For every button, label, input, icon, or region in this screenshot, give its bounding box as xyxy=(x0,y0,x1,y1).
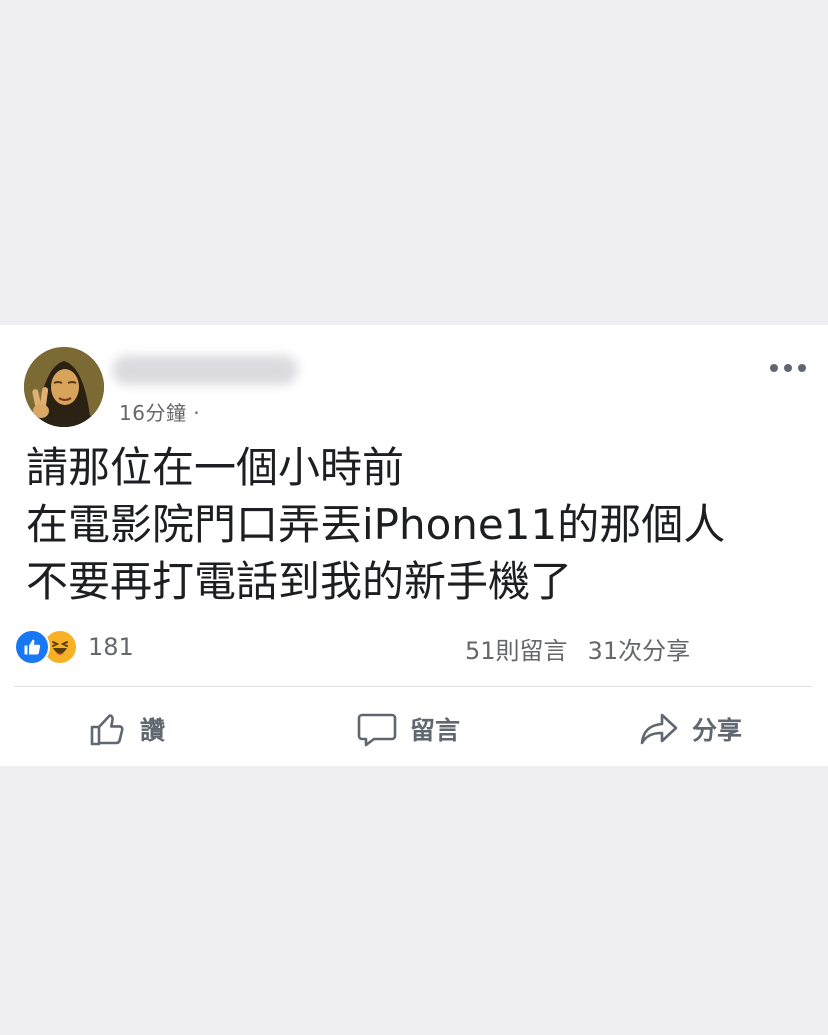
mona-lisa-avatar-image xyxy=(24,347,104,427)
author-name-blurred[interactable] xyxy=(112,355,298,385)
post-text-line: 在電影院門口弄丟iPhone11的那個人 xyxy=(26,500,726,549)
engagement-stats: 51則留言 31次分享 xyxy=(465,631,690,666)
comments-count[interactable]: 51則留言 xyxy=(465,637,568,665)
like-button[interactable]: 讚 xyxy=(88,709,165,749)
post-timestamp[interactable]: 16分鐘 · xyxy=(119,397,200,426)
like-button-label: 讚 xyxy=(140,716,166,745)
divider xyxy=(14,686,812,687)
post-text-line: 不要再打電話到我的新手機了 xyxy=(26,557,573,606)
like-reaction-icon xyxy=(14,629,50,665)
dot xyxy=(784,364,792,372)
reactions-summary[interactable]: 181 xyxy=(14,629,134,665)
comment-button-label: 留言 xyxy=(410,716,461,745)
post-text: 請那位在一個小時前 在電影院門口弄丟iPhone11的那個人 不要再打電話到我的… xyxy=(26,439,816,610)
post-text-line: 請那位在一個小時前 xyxy=(26,443,405,492)
share-button[interactable]: 分享 xyxy=(638,709,742,749)
comment-button[interactable]: 留言 xyxy=(356,709,460,749)
comment-bubble-icon xyxy=(357,713,397,747)
thumbs-up-icon xyxy=(90,714,124,746)
share-arrow-icon xyxy=(640,713,678,745)
dot xyxy=(798,364,806,372)
share-button-label: 分享 xyxy=(692,716,743,745)
more-options-icon[interactable] xyxy=(770,363,806,373)
author-avatar[interactable] xyxy=(24,347,104,427)
dot xyxy=(770,364,778,372)
reaction-count: 181 xyxy=(88,633,134,661)
post-card: 16分鐘 · 請那位在一個小時前 在電影院門口弄丟iPhone11的那個人 不要… xyxy=(0,325,828,766)
shares-count[interactable]: 31次分享 xyxy=(588,637,691,665)
